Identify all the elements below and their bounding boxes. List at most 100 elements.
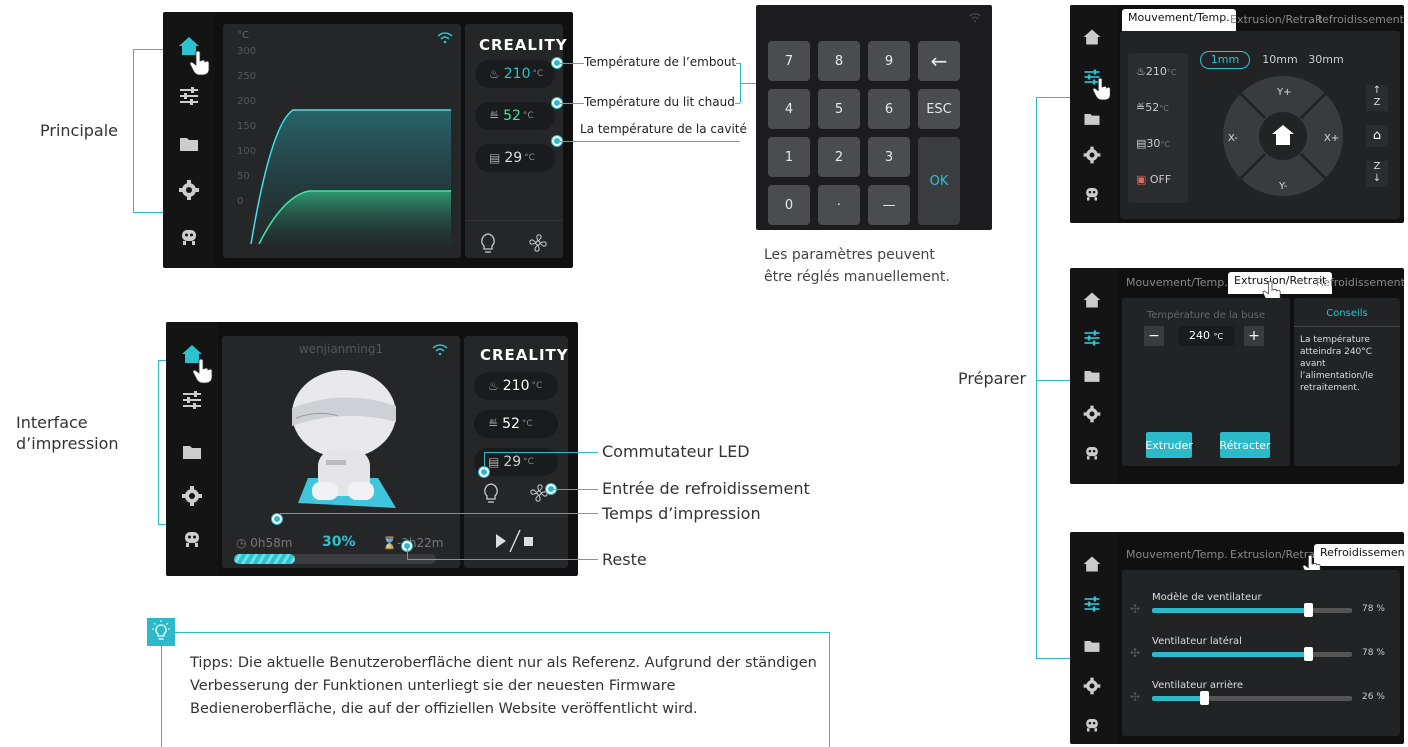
step-30mm[interactable]: 30mm [1304, 51, 1348, 69]
elapsed-time: ◷ 0h58m [236, 536, 293, 550]
cavity-temp-pill[interactable]: ▤ 29 °C [475, 144, 555, 172]
fan-name: Modèle de ventilateur [1152, 592, 1262, 603]
gear-icon[interactable] [1082, 404, 1102, 424]
lightbulb-icon[interactable] [482, 482, 500, 504]
extrude-button[interactable]: Extruder [1145, 432, 1193, 458]
fan-slider-fill [1152, 696, 1204, 701]
tab-cooling[interactable]: Refroidissement [1316, 276, 1404, 289]
dir-xplus[interactable]: X+ [1324, 133, 1339, 144]
label-interface: Interface d’impression [16, 413, 119, 453]
tab-cooling[interactable]: Refroidissement [1314, 544, 1404, 566]
decrease-button[interactable]: − [1144, 326, 1164, 346]
key-backspace[interactable]: ← [918, 41, 960, 81]
retract-button[interactable]: Rétracter [1219, 432, 1271, 458]
fan-slider-knob[interactable] [1200, 691, 1209, 705]
key-4[interactable]: 4 [768, 89, 810, 129]
key-2[interactable]: 2 [818, 137, 860, 177]
settings-sliders-icon[interactable] [180, 388, 204, 412]
key-0[interactable]: 0 [768, 185, 810, 225]
bed-temp-pill[interactable]: ≝ 52 °C [474, 410, 558, 438]
key-8[interactable]: 8 [818, 41, 860, 81]
key-esc[interactable]: ESC [918, 89, 960, 129]
mascot-image [292, 370, 396, 508]
gear-icon[interactable] [177, 178, 201, 202]
fan-slider[interactable] [1152, 603, 1352, 617]
key-minus[interactable]: — [868, 185, 910, 225]
print-screen: wenjianming1 ◷ 0h58m 30% ⌛-3h22m CREALIT… [166, 322, 578, 576]
home-icon[interactable] [1082, 27, 1102, 47]
key-9[interactable]: 9 [868, 41, 910, 81]
robot-icon[interactable] [180, 526, 204, 550]
folder-icon[interactable] [1082, 366, 1102, 386]
folder-icon[interactable] [180, 440, 204, 464]
lightbulb-icon[interactable] [479, 232, 497, 254]
robot-icon[interactable] [1082, 442, 1102, 462]
main-screen: °C 300 250 200 150 100 50 0 CREALITY ♨ 210 °C … [163, 12, 573, 268]
tab-movement[interactable]: Mouvement/Temp. [1126, 276, 1228, 289]
label-preparer: Préparer [958, 369, 1027, 388]
bed-icon: ≝ [488, 417, 499, 431]
home-icon[interactable] [1082, 290, 1102, 310]
gear-icon[interactable] [180, 484, 204, 508]
temperature-curves [250, 109, 451, 245]
tab-cooling[interactable]: Refroidissement [1315, 13, 1404, 26]
nozzle-temp-pill[interactable]: ♨ 210 °C [474, 372, 558, 400]
tab-movement[interactable]: Mouvement/Temp. [1122, 9, 1236, 31]
z-down-button[interactable]: Z ↓ [1366, 161, 1388, 187]
gear-icon[interactable] [1082, 676, 1102, 696]
dir-xminus[interactable]: X- [1228, 133, 1238, 144]
fan-slider-knob[interactable] [1304, 647, 1313, 661]
z-home-icon[interactable]: ⌂ [1366, 125, 1388, 147]
temp-value-field[interactable]: 240 °C [1178, 326, 1234, 346]
nozzle-temp-pill[interactable]: ♨ 210 °C [475, 60, 555, 88]
folder-icon[interactable] [177, 132, 201, 156]
fan-slider-knob[interactable] [1304, 603, 1313, 617]
nozzle-icon: ♨ [489, 67, 500, 81]
fan-icon[interactable] [527, 232, 549, 254]
z-up-button[interactable]: ↑ Z [1366, 85, 1388, 111]
sidebar [1070, 5, 1118, 223]
fan-slider[interactable] [1152, 647, 1352, 661]
folder-icon[interactable] [1082, 636, 1102, 656]
tab-extrusion[interactable]: Extrusion/Retrait [1230, 13, 1322, 26]
brand-logo: CREALITY [480, 346, 569, 364]
play-stop-icon[interactable] [494, 528, 538, 554]
settings-sliders-icon[interactable] [177, 84, 201, 108]
fan-slider-fill [1152, 652, 1308, 657]
key-dot[interactable]: · [818, 185, 860, 225]
settings-sliders-icon[interactable] [1082, 594, 1102, 614]
robot-icon[interactable] [177, 224, 201, 248]
hand-pointer-icon [1092, 77, 1111, 101]
fan-value: 78 % [1362, 604, 1385, 614]
robot-icon[interactable] [1082, 183, 1102, 203]
temp-column: ♨210°C ≝52°C ▤30°C ▣ OFF [1128, 53, 1188, 203]
user-name: wenjianming1 [298, 342, 384, 356]
remaining-time: ⌛-3h22m [382, 536, 444, 550]
wifi-icon [968, 13, 982, 23]
bed-temp-pill[interactable]: ≝ 52 °C [475, 102, 555, 130]
settings-sliders-icon[interactable] [1082, 328, 1102, 348]
increase-button[interactable]: + [1244, 326, 1264, 346]
key-3[interactable]: 3 [868, 137, 910, 177]
home-icon[interactable] [1082, 554, 1102, 574]
key-1[interactable]: 1 [768, 137, 810, 177]
nozzle-temp[interactable]: ♨210°C [1136, 65, 1176, 78]
key-7[interactable]: 7 [768, 41, 810, 81]
folder-icon[interactable] [1082, 109, 1102, 129]
robot-icon[interactable] [1082, 714, 1102, 734]
temperature-chart-panel: °C 300 250 200 150 100 50 0 [223, 24, 461, 258]
dir-yplus[interactable]: Y+ [1277, 87, 1292, 98]
key-ok[interactable]: OK [918, 137, 960, 225]
key-6[interactable]: 6 [868, 89, 910, 129]
key-5[interactable]: 5 [818, 89, 860, 129]
cavity-temp[interactable]: ▤30°C [1136, 137, 1170, 150]
dir-yminus[interactable]: Y- [1279, 181, 1288, 192]
step-1mm[interactable]: 1mm [1200, 51, 1250, 69]
fan-slider[interactable] [1152, 691, 1352, 705]
bed-temp[interactable]: ≝52°C [1136, 101, 1169, 114]
step-10mm[interactable]: 10mm [1258, 51, 1302, 69]
tab-movement[interactable]: Mouvement/Temp. [1126, 548, 1228, 561]
cavity-icon: ▤ [488, 455, 500, 469]
gear-icon[interactable] [1082, 145, 1102, 165]
fan-status[interactable]: ▣ OFF [1136, 173, 1171, 186]
